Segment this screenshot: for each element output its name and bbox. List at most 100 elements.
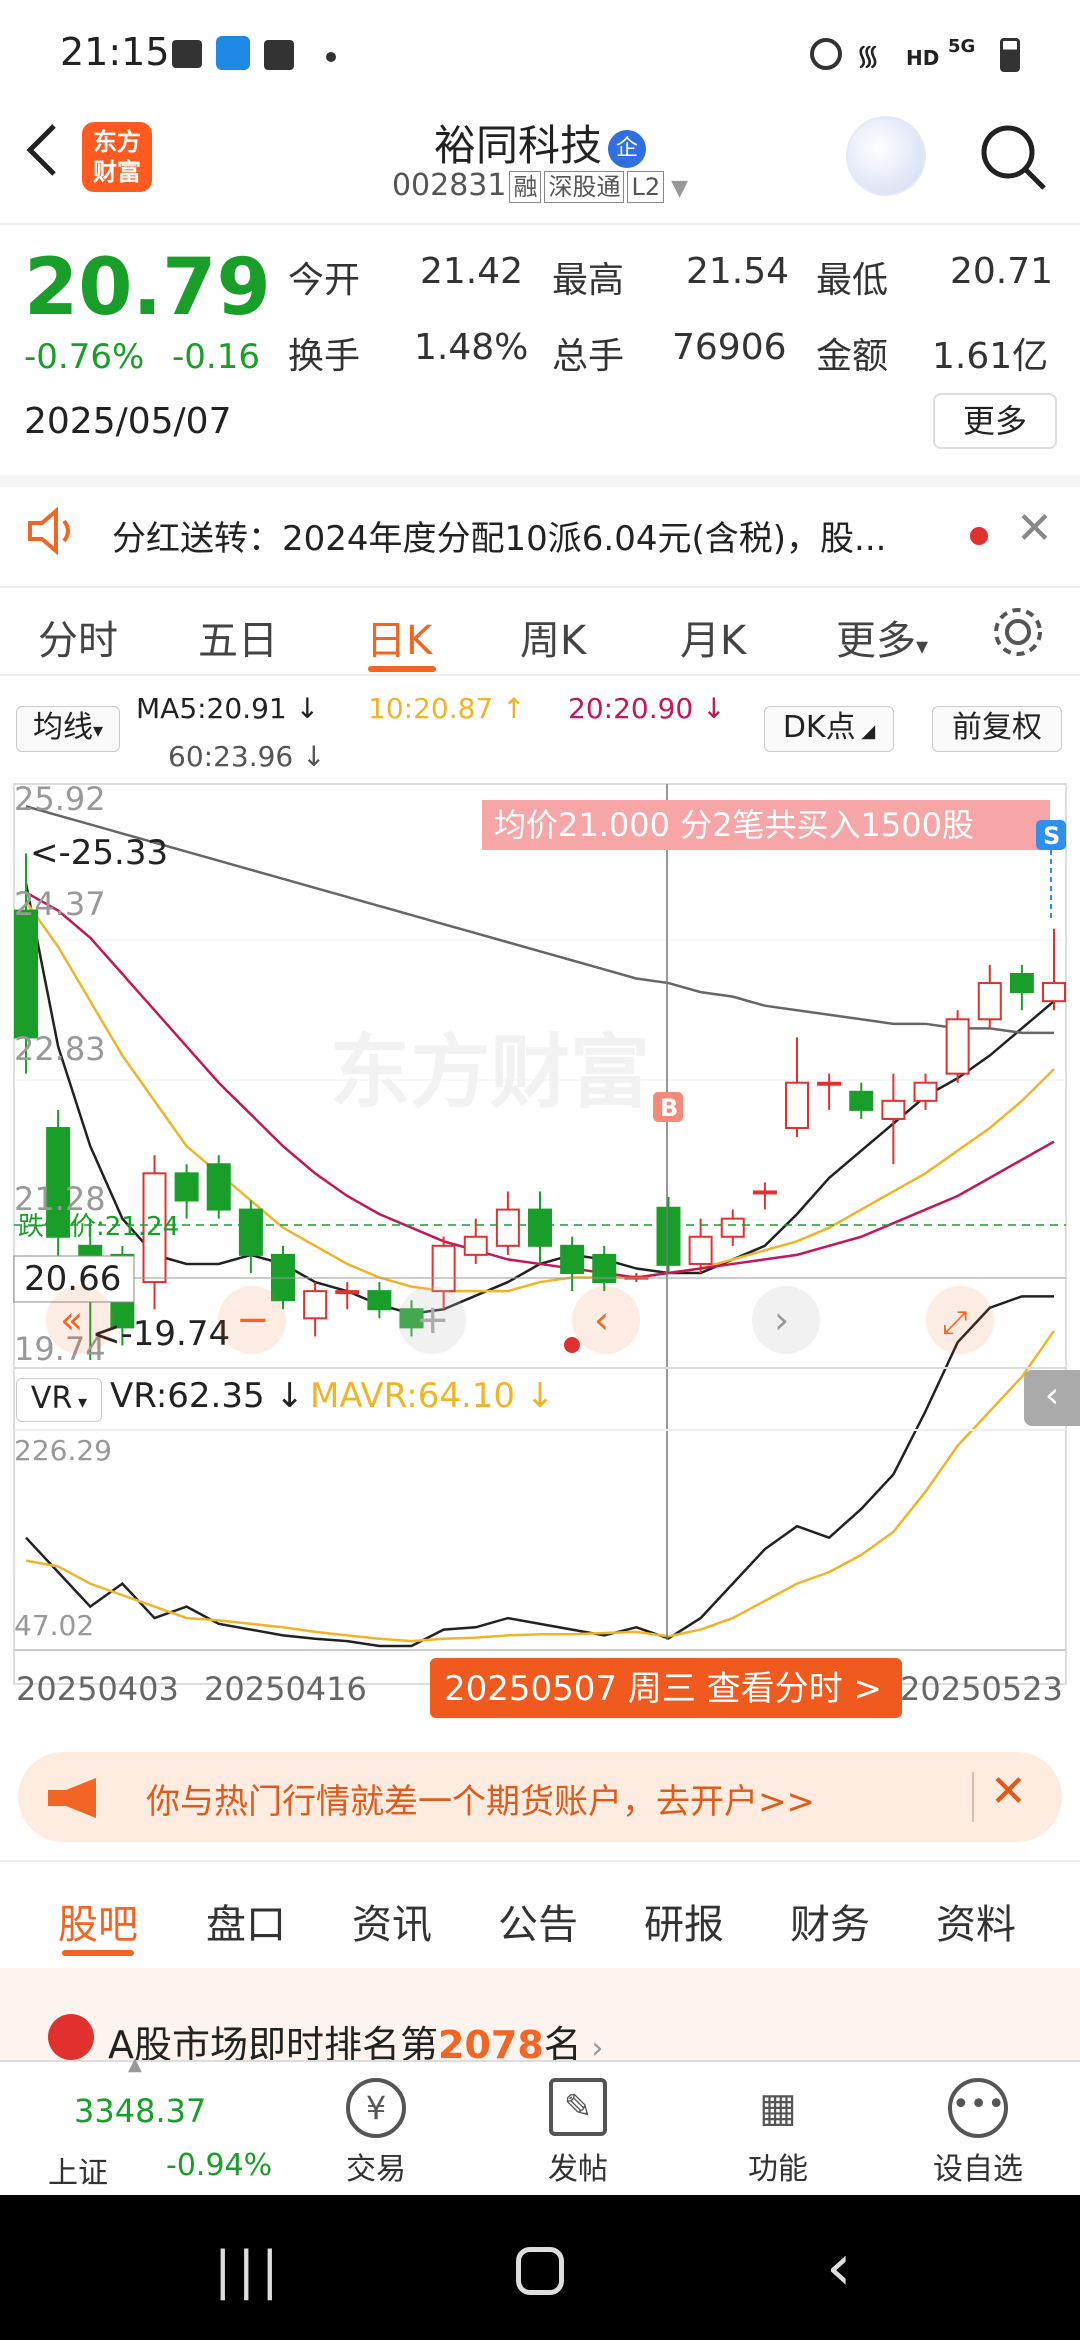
tab-intraday[interactable]: 分时 [38,608,118,666]
nav-functions-label: 功能 [748,2152,808,2187]
index-name[interactable]: 上证 [48,2148,108,2192]
tab-announcement[interactable]: 公告 [498,1892,578,1950]
tab-monthly-k[interactable]: 月K [680,608,746,666]
nav-watchlist[interactable]: ••• 设自选 [908,2062,1048,2188]
x-label-mid: 20250416 [204,1670,367,1708]
hd-label: HD [906,46,940,70]
sell-marker-label: S [1043,822,1060,850]
mavr-value: MAVR:64.10 ↓ [310,1376,555,1416]
stock-name: 裕同科技 [433,121,602,170]
stock-code: 002831 [391,168,507,203]
index-change[interactable]: -0.94% [166,2148,272,2183]
plus-sign: + [416,1297,450,1343]
tab-5day[interactable]: 五日 [198,608,278,666]
speaker-icon [28,507,70,555]
open-value: 21.42 [420,251,524,292]
tab-profile[interactable]: 资料 [936,1892,1016,1950]
tab-guba[interactable]: 股吧 [58,1892,138,1950]
bottom-navbar: ▲ 3348.37 上证 -0.94% ¥ 交易 ✎ 发帖 ▦ 功能 ••• 设… [0,2054,1080,2195]
nav-watchlist-label: 设自选 [933,2152,1023,2187]
more-button[interactable]: 更多 [933,393,1057,449]
dropdown-icon[interactable]: ▼ [664,176,688,201]
cursor-date-label: 20250507 周三 查看分时 > [444,1669,882,1709]
nav-post[interactable]: ✎ 发帖 [508,2062,648,2188]
enterprise-badge: 企 [608,129,646,168]
gallery-icon [172,40,202,68]
candle-body [752,1190,777,1195]
tab-daily-k[interactable]: 日K [366,608,432,666]
tab-news[interactable]: 资讯 [352,1892,432,1950]
volume-label: 总手 [552,336,625,377]
home-icon[interactable] [516,2247,564,2295]
candle-body [785,1081,809,1130]
kline-chart[interactable]: 东方财富 25.92 24.37 22.83 21.28 19.74 <-25.… [0,780,1080,1740]
quote-date: 2025/05/07 [24,401,232,442]
dropdown-icon: ▾ [92,718,104,742]
yen-icon: ¥ [346,2078,406,2138]
high-marker: <-25.33 [30,833,168,873]
back-nav-icon[interactable]: ‹ [826,2231,852,2305]
nav-trade[interactable]: ¥ 交易 [306,2062,446,2188]
candle-body [849,1090,874,1111]
candle-body [14,909,38,1039]
double-left-arrow: « [60,1298,83,1342]
tag-connect: 深股通 [544,171,625,203]
trade-banner: 均价21.000 分2笔共买入1500股 [494,806,974,844]
close-icon[interactable]: ✕ [1016,503,1053,554]
candle-body [945,1018,970,1075]
buy-marker-label: B [660,1094,678,1122]
signal-label: 5G [948,36,976,57]
clock: 21:15 [60,30,170,74]
ma-selector[interactable]: 均线▾ [16,706,120,752]
collapse-panel-icon[interactable]: ‹ [1024,1370,1080,1426]
promo-text: 你与热门行情就差一个期货账户，去开户>> [146,1782,815,1822]
kline-chart-area[interactable]: 东方财富 25.92 24.37 22.83 21.28 19.74 <-25.… [0,780,1080,1740]
tab-weekly-k[interactable]: 周K [520,608,586,666]
vr-selector[interactable]: VR ▾ [16,1378,102,1422]
expand-arrows: ⤢ [942,1303,968,1341]
dk-point-button[interactable]: DK点 ◢ [764,706,894,752]
robot-avatar-icon[interactable] [846,116,926,196]
search-icon[interactable] [976,120,1050,194]
y-label-2: 22.83 [14,1030,106,1068]
low-value: 20.71 [950,251,1054,292]
dividend-notice[interactable]: 分红送转：2024年度分配10派6.04元(含税)，股... ✕ [0,475,1080,575]
volume-value: 76906 [672,327,787,368]
close-promo-icon[interactable]: ✕ [990,1766,1027,1817]
ma10-value: 10:20.87 ↑ [368,692,526,725]
index-value[interactable]: 3348.37 [74,2092,206,2130]
battery-icon [1000,38,1020,72]
dropdown-icon: ▾ [72,1392,88,1413]
candle-body [238,1208,263,1256]
y-label-1: 24.37 [14,885,106,923]
candle-body [817,1081,842,1086]
candle-body [656,1206,681,1266]
index-expand-icon[interactable]: ▲ [128,2054,142,2075]
candle-body [881,1099,906,1120]
nav-post-label: 发帖 [548,2152,608,2187]
settings-gear-icon[interactable] [990,604,1046,660]
candle-body [431,1244,456,1293]
candle-body [206,1163,231,1211]
tab-finance[interactable]: 财务 [790,1892,870,1950]
turnover-value: 1.48% [414,327,529,368]
recent-apps-icon[interactable]: ||| [214,2241,285,2301]
candle-body [977,982,1002,1021]
futures-promo-banner[interactable]: 你与热门行情就差一个期货账户，去开户>> ✕ [18,1752,1062,1842]
more-dots-icon: ••• [948,2078,1008,2138]
market-rank-bar[interactable]: A股市场即时排名第2078名 › [0,1968,1080,2067]
nav-functions[interactable]: ▦ 功能 [708,2062,848,2188]
ma60-value: 60:23.96 ↓ [168,740,326,773]
high-label: 最高 [552,260,625,301]
ma-indicator-row: 均线▾ MA5:20.91 ↓ 10:20.87 ↑ 20:20.90 ↓ 60… [0,684,1080,780]
tab-more[interactable]: 更多▾ [836,608,928,666]
wifi-icon: ᯾ [856,39,880,72]
tab-pankou[interactable]: 盘口 [206,1892,286,1950]
active-info-tab-indicator [62,1950,134,1956]
tab-research[interactable]: 研报 [644,1892,724,1950]
candle-body [367,1290,392,1311]
grid-icon: ▦ [759,2085,797,2131]
turnover-label: 换手 [288,336,361,377]
adjust-button[interactable]: 前复权 [932,706,1062,752]
candle-body [303,1290,328,1320]
